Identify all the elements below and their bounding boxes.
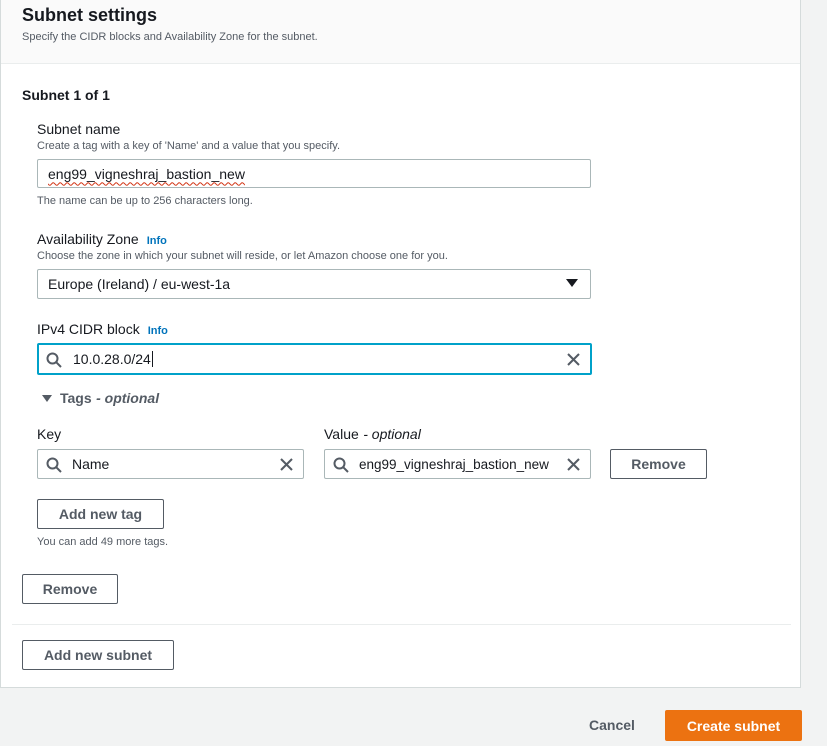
search-icon — [46, 457, 62, 473]
cancel-button[interactable]: Cancel — [589, 717, 635, 733]
panel-header: Subnet settings Specify the CIDR blocks … — [1, 0, 800, 64]
page-title: Subnet settings — [22, 5, 158, 25]
tag-value-input[interactable]: eng99_vigneshraj_bastion_new — [324, 449, 591, 479]
subnet-name-description: Create a tag with a key of 'Name' and a … — [37, 140, 340, 152]
caret-down-icon — [566, 279, 578, 288]
add-new-tag-button[interactable]: Add new tag — [37, 499, 164, 529]
availability-zone-label-row: Availability Zone Info — [37, 231, 167, 249]
tag-value-header: Value — [324, 426, 359, 442]
add-new-subnet-button[interactable]: Add new subnet — [22, 640, 174, 670]
text-cursor — [151, 351, 153, 367]
subnet-name-value: eng99_vigneshraj_bastion_new — [48, 165, 245, 182]
search-icon — [46, 352, 62, 368]
caret-down-icon — [42, 394, 52, 403]
availability-zone-value: Europe (Ireland) / eu-west-1a — [48, 276, 231, 292]
subnet-heading: Subnet 1 of 1 — [22, 87, 110, 103]
subnet-name-input[interactable]: eng99_vigneshraj_bastion_new — [37, 159, 591, 188]
cidr-value: 10.0.28.0/24 — [73, 351, 151, 367]
page-subtitle: Specify the CIDR blocks and Availability… — [22, 31, 318, 43]
tag-value-header-row: Value - optional — [324, 426, 421, 444]
tag-key-input[interactable]: Name — [37, 449, 304, 479]
clear-icon[interactable] — [567, 353, 580, 366]
tags-toggle[interactable]: Tags - optional — [42, 390, 159, 408]
availability-zone-label: Availability Zone — [37, 231, 139, 247]
tag-limit-hint: You can add 49 more tags. — [37, 536, 169, 548]
cidr-input[interactable]: 10.0.28.0/24 — [37, 343, 592, 375]
availability-zone-select[interactable]: Europe (Ireland) / eu-west-1a — [37, 269, 591, 299]
availability-zone-info-link[interactable]: Info — [147, 235, 167, 247]
create-subnet-button[interactable]: Create subnet — [665, 710, 802, 741]
tags-toggle-optional: - optional — [96, 390, 160, 406]
clear-icon[interactable] — [280, 458, 293, 471]
tag-value-text: eng99_vigneshraj_bastion_new — [359, 456, 549, 472]
remove-subnet-button[interactable]: Remove — [22, 574, 118, 604]
subnet-settings-panel: Subnet settings Specify the CIDR blocks … — [0, 0, 801, 688]
tag-value-optional: - optional — [363, 426, 421, 442]
subnet-name-hint: The name can be up to 256 characters lon… — [37, 195, 253, 207]
tag-key-header: Key — [37, 426, 62, 442]
tags-toggle-label: Tags — [60, 390, 92, 406]
clear-icon[interactable] — [567, 458, 580, 471]
subnet-name-label: Subnet name — [37, 121, 121, 137]
cidr-label-row: IPv4 CIDR block Info — [37, 321, 168, 339]
section-divider — [12, 624, 791, 625]
search-icon — [333, 457, 349, 473]
cidr-label: IPv4 CIDR block — [37, 321, 140, 337]
tag-key-value: Name — [72, 456, 110, 472]
remove-tag-button[interactable]: Remove — [610, 449, 707, 479]
cidr-info-link[interactable]: Info — [148, 325, 168, 337]
availability-zone-description: Choose the zone in which your subnet wil… — [37, 250, 448, 262]
